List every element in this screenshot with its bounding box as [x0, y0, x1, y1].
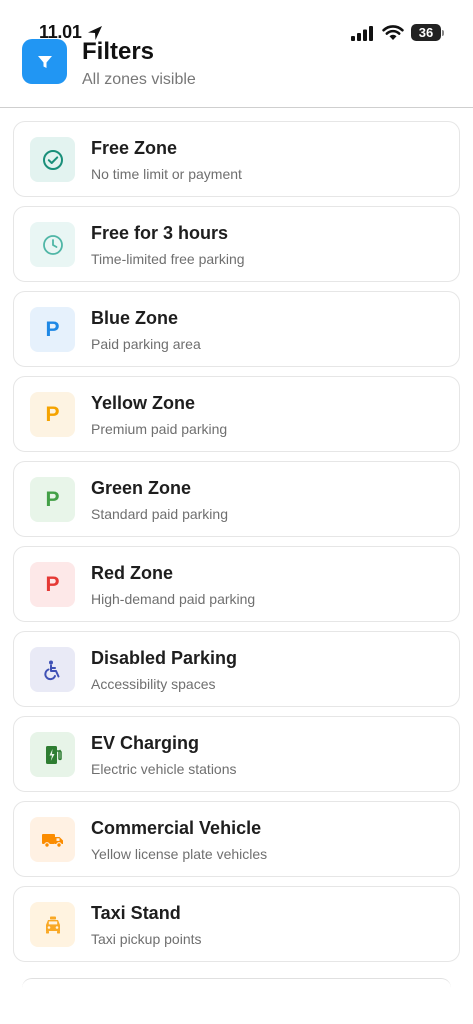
- parking-letter: P: [45, 317, 60, 341]
- zone-item-free-zone[interactable]: Free Zone No time limit or payment: [13, 121, 460, 197]
- parking-letter: P: [45, 572, 60, 596]
- parking-p-icon: P: [30, 307, 75, 352]
- zone-title: Green Zone: [91, 478, 192, 498]
- zone-description: Yellow license plate vehicles: [91, 846, 268, 862]
- parking-letter: P: [45, 402, 60, 426]
- parking-p-icon: P: [30, 477, 75, 522]
- filter-header: Filters All zones visible: [0, 38, 473, 108]
- zone-description: No time limit or payment: [91, 166, 242, 182]
- zone-description: Electric vehicle stations: [91, 761, 237, 777]
- parking-p-icon: P: [30, 562, 75, 607]
- zone-title: Commercial Vehicle: [91, 818, 262, 838]
- parking-p-icon: P: [30, 392, 75, 437]
- zone-description: Accessibility spaces: [91, 676, 216, 692]
- zone-title: Disabled Parking: [91, 648, 238, 668]
- taxi-icon: [30, 902, 75, 947]
- page-title: Filters: [82, 38, 155, 65]
- zone-item-red-zone[interactable]: P Red Zone High-demand paid parking: [13, 546, 460, 622]
- check-circle-icon: [30, 137, 75, 182]
- zone-item-taxi-stand[interactable]: Taxi Stand Taxi pickup points: [13, 886, 460, 962]
- zone-item-yellow-zone[interactable]: P Yellow Zone Premium paid parking: [13, 376, 460, 452]
- clock-icon: [30, 222, 75, 267]
- zone-title: Red Zone: [91, 563, 174, 583]
- zone-item-free-3-hours[interactable]: Free for 3 hours Time-limited free parki…: [13, 206, 460, 282]
- zone-description: Premium paid parking: [91, 421, 228, 437]
- zone-title: Free Zone: [91, 138, 178, 158]
- zone-title: EV Charging: [91, 733, 200, 753]
- zone-title: Taxi Stand: [91, 903, 181, 923]
- zone-description: Time-limited free parking: [91, 251, 245, 267]
- header-divider: [0, 107, 473, 108]
- zone-item-ev-charging[interactable]: EV Charging Electric vehicle stations: [13, 716, 460, 792]
- zone-description: Paid parking area: [91, 336, 201, 352]
- zone-item-blue-zone[interactable]: P Blue Zone Paid parking area: [13, 291, 460, 367]
- truck-icon: [30, 817, 75, 862]
- parking-letter: P: [45, 487, 60, 511]
- zone-description: Taxi pickup points: [91, 931, 202, 947]
- zone-description: High-demand paid parking: [91, 591, 256, 607]
- zone-filter-list: Free Zone No time limit or payment Free …: [13, 121, 460, 971]
- zone-title: Yellow Zone: [91, 393, 196, 413]
- filter-icon: [22, 39, 67, 84]
- page-subtitle: All zones visible: [82, 71, 196, 88]
- next-list-item-edge: [22, 978, 451, 988]
- zone-description: Standard paid parking: [91, 506, 228, 522]
- zone-title: Free for 3 hours: [91, 223, 229, 243]
- zone-title: Blue Zone: [91, 308, 179, 328]
- accessible-icon: [30, 647, 75, 692]
- zone-item-commercial-vehicle[interactable]: Commercial Vehicle Yellow license plate …: [13, 801, 460, 877]
- zone-item-disabled-parking[interactable]: Disabled Parking Accessibility spaces: [13, 631, 460, 707]
- ev-charging-icon: [30, 732, 75, 777]
- zone-item-green-zone[interactable]: P Green Zone Standard paid parking: [13, 461, 460, 537]
